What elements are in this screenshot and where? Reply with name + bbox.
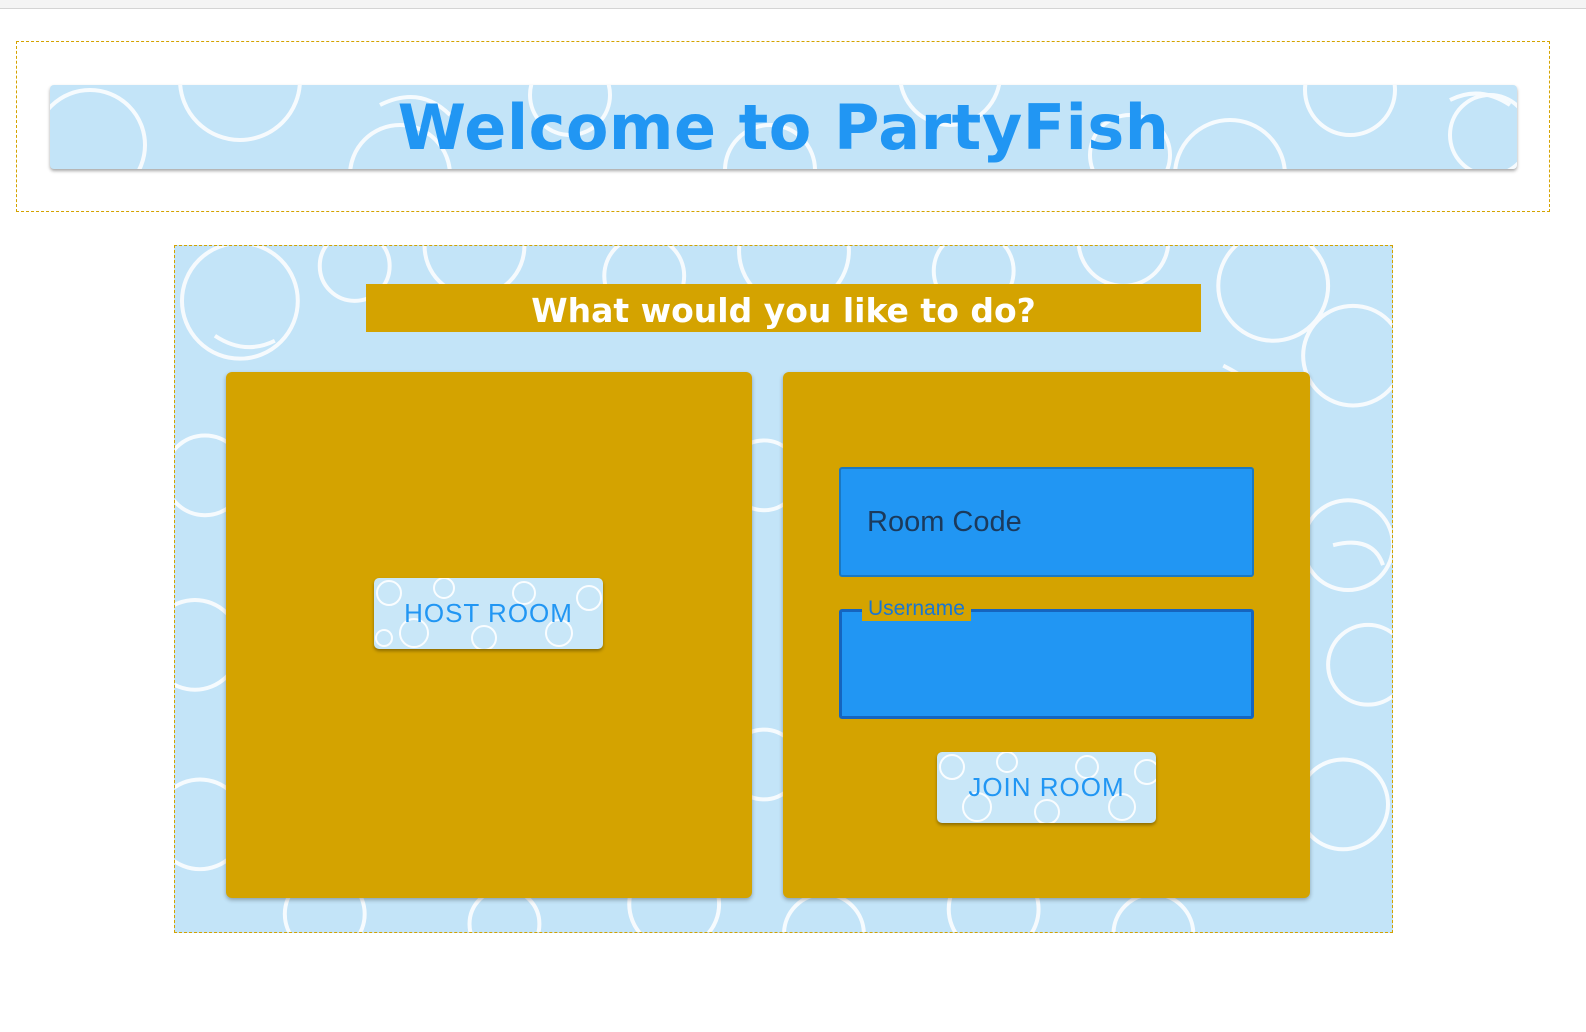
join-card: Room Code Username JOIN ROOM bbox=[783, 372, 1310, 898]
prompt-heading: What would you like to do? bbox=[366, 284, 1201, 332]
welcome-banner: Welcome to PartyFish bbox=[50, 85, 1517, 169]
username-field[interactable]: Username bbox=[839, 597, 1254, 719]
host-room-label: HOST ROOM bbox=[404, 598, 573, 628]
join-room-button[interactable]: JOIN ROOM bbox=[937, 752, 1156, 823]
host-card: HOST ROOM bbox=[226, 372, 752, 898]
join-room-label: JOIN ROOM bbox=[968, 772, 1125, 802]
page-title: Welcome to PartyFish bbox=[397, 90, 1170, 164]
room-code-field[interactable]: Room Code bbox=[839, 467, 1254, 577]
host-room-button[interactable]: HOST ROOM bbox=[374, 578, 603, 649]
room-code-input[interactable] bbox=[841, 469, 1252, 575]
browser-top-edge bbox=[0, 0, 1586, 9]
action-panel: What would you like to do? HOST ROOM Roo… bbox=[174, 245, 1393, 933]
username-input[interactable] bbox=[842, 612, 1251, 716]
